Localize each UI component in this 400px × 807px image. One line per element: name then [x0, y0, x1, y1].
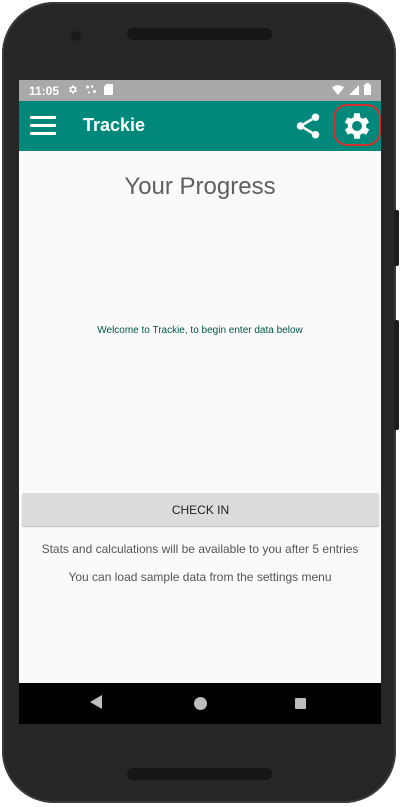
status-bar: 11:05: [19, 80, 381, 101]
battery-icon: [364, 83, 371, 98]
menu-icon[interactable]: [30, 114, 56, 138]
bottom-speaker: [127, 768, 272, 780]
page-title: Your Progress: [124, 173, 276, 200]
screen: 11:05 Trackie Your Progress Welcome to T…: [19, 80, 381, 724]
signal-icon: [349, 84, 359, 98]
recents-icon[interactable]: [295, 698, 306, 709]
top-speaker: [127, 28, 272, 40]
status-time: 11:05: [29, 83, 60, 98]
wifi-icon: [332, 84, 344, 98]
app-bar: Trackie: [19, 101, 381, 151]
entries-info-text: Stats and calculations will be available…: [41, 542, 359, 556]
status-right-icons: [332, 83, 371, 98]
check-in-button[interactable]: CHECK IN: [22, 493, 379, 526]
volume-button: [394, 320, 399, 430]
sample-data-info-text: You can load sample data from the settin…: [68, 570, 332, 584]
gear-icon: [67, 84, 78, 98]
app-title: Trackie: [83, 115, 146, 135]
home-icon[interactable]: [194, 697, 207, 710]
settings-highlight-ring: [333, 104, 381, 146]
power-button: [394, 210, 399, 266]
phone-frame: 11:05 Trackie Your Progress Welcome to T…: [2, 2, 399, 803]
network-icon: [85, 84, 97, 98]
share-icon[interactable]: [293, 111, 323, 141]
sd-card-icon: [104, 83, 114, 98]
system-nav-bar: [19, 683, 381, 724]
front-camera: [71, 31, 81, 41]
back-icon[interactable]: [90, 695, 102, 714]
welcome-message: Welcome to Trackie, to begin enter data …: [97, 325, 303, 336]
